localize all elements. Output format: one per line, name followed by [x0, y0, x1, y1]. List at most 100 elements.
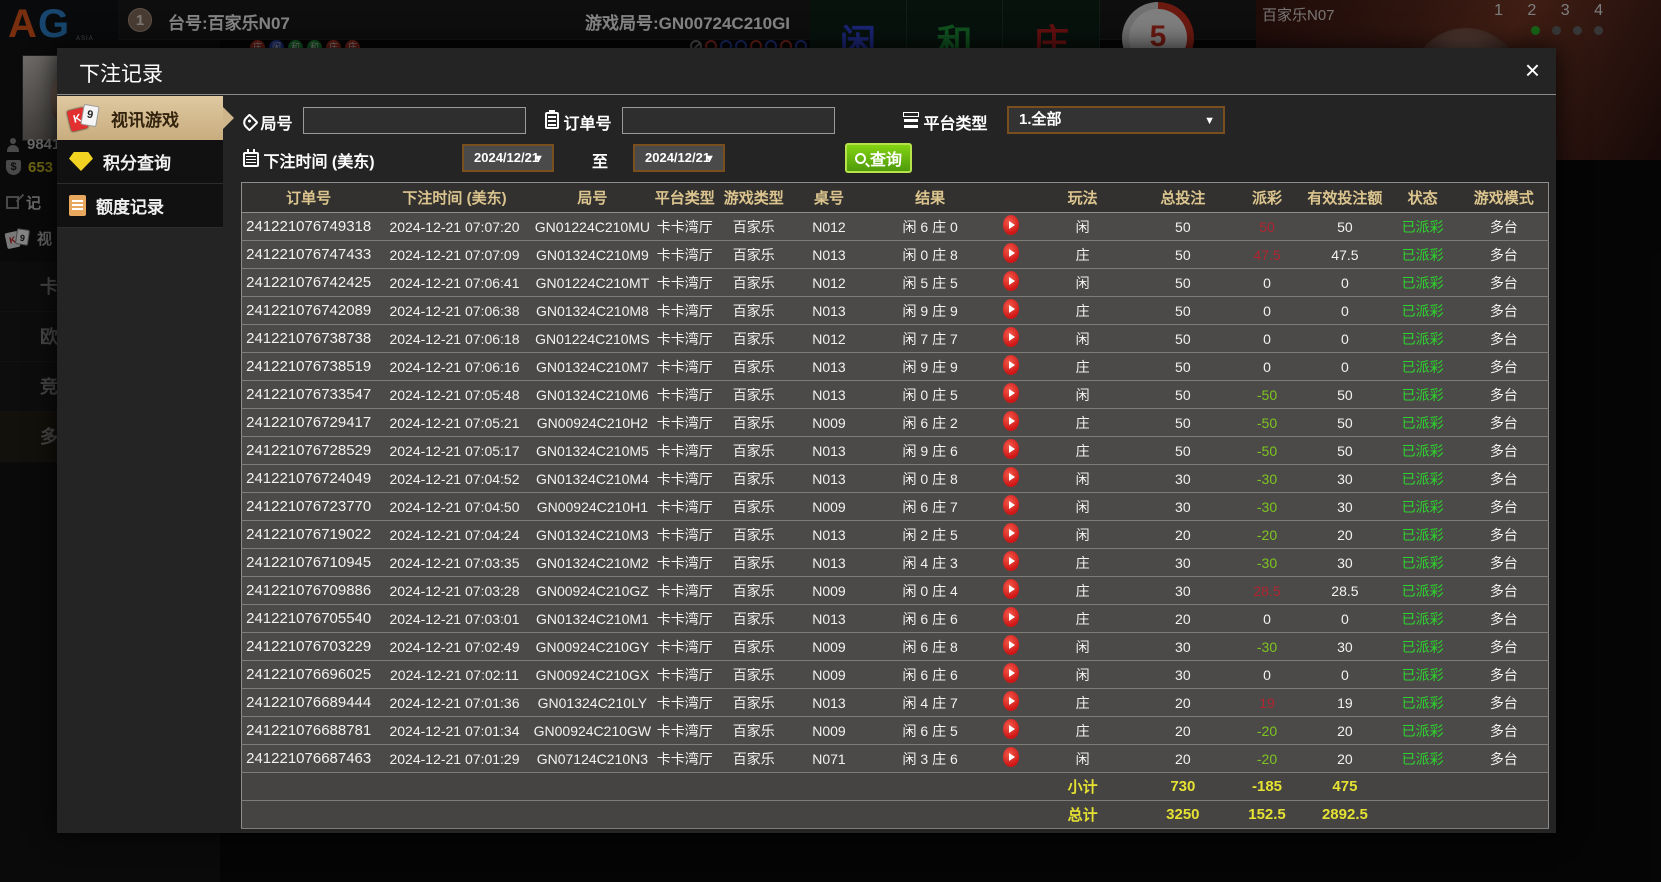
cell-game: 百家乐 — [718, 660, 790, 689]
cell-status: 已派彩 — [1385, 744, 1460, 773]
tab-points-query[interactable]: 积分查询 — [57, 140, 223, 184]
cell-valid: 50 — [1304, 408, 1386, 437]
play-video-icon[interactable] — [1002, 635, 1019, 655]
table-row: 241221076742425 2024-12-21 07:06:41 GN0122… — [241, 268, 1549, 297]
cell-mode: 多台 — [1459, 576, 1549, 605]
column-header-bet: 总投注 — [1135, 182, 1230, 213]
cell-platform: 卡卡湾厅 — [651, 632, 719, 661]
query-button[interactable]: 查询 — [845, 143, 913, 173]
cell-platform: 卡卡湾厅 — [651, 604, 719, 633]
bet-table-head-row: 订单号 下注时间 (美东) 局号 平台类型 游戏类型 桌号 结果 玩法 总投注 派彩 有效投注额 状态… — [241, 182, 1549, 213]
cell-result: 闲 6 庄 6 — [868, 604, 992, 633]
tab-credit-records[interactable]: 额度记录 — [57, 184, 223, 228]
play-video-icon[interactable] — [1002, 215, 1019, 235]
cell-order: 241221076710945 — [241, 548, 376, 577]
cell-table: N013 — [789, 436, 869, 465]
cell-order: 241221076738519 — [241, 352, 376, 381]
play-video-icon[interactable] — [1002, 719, 1019, 739]
query-button-label: 查询 — [870, 152, 903, 169]
chevron-down-icon: ▼ — [1204, 115, 1215, 127]
play-video-icon[interactable] — [1002, 411, 1019, 431]
play-video-icon[interactable] — [1002, 439, 1019, 459]
cell-bet: 30 — [1135, 464, 1230, 493]
cell-valid: 0 — [1304, 296, 1386, 325]
play-video-icon[interactable] — [1002, 607, 1019, 627]
table-row: 241221076738738 2024-12-21 07:06:18 GN0122… — [241, 324, 1549, 353]
cell-order: 241221076747433 — [241, 240, 376, 269]
play-video-icon[interactable] — [1002, 355, 1019, 375]
tab-video-games[interactable]: K 9 视讯游戏 — [57, 96, 234, 140]
total-valid: 2892.5 — [1304, 800, 1386, 829]
cell-play: 庄 — [1029, 296, 1136, 325]
play-video-icon[interactable] — [1002, 691, 1019, 711]
cell-payout: -50 — [1229, 436, 1305, 465]
cell-table: N012 — [789, 212, 869, 241]
play-video-icon[interactable] — [1002, 467, 1019, 487]
total-spacer-end — [1385, 800, 1549, 829]
cell-mode: 多台 — [1459, 240, 1549, 269]
cell-play_btn — [991, 324, 1030, 353]
cell-play_btn — [991, 716, 1030, 745]
cell-game: 百家乐 — [718, 520, 790, 549]
cell-payout: -20 — [1229, 716, 1305, 745]
cell-mode: 多台 — [1459, 604, 1549, 633]
platform-select[interactable]: 1.全部 ▼ — [1007, 106, 1225, 134]
cell-payout: -20 — [1229, 744, 1305, 773]
cell-order: 241221076742425 — [241, 268, 376, 297]
cell-round: GN01324C210M4 — [533, 464, 652, 493]
cell-status: 已派彩 — [1385, 324, 1460, 353]
cell-time: 2024-12-21 07:01:34 — [375, 716, 534, 745]
play-video-icon[interactable] — [1002, 243, 1019, 263]
play-video-icon[interactable] — [1002, 271, 1019, 291]
cell-time: 2024-12-21 07:04:52 — [375, 464, 534, 493]
chevron-down-icon: ▼ — [704, 153, 715, 165]
dialog-title-bar: 下注记录 × — [57, 48, 1556, 95]
cell-status: 已派彩 — [1385, 268, 1460, 297]
cell-result: 闲 4 庄 7 — [868, 688, 992, 717]
play-video-icon[interactable] — [1002, 327, 1019, 347]
table-row: 241221076687463 2024-12-21 07:01:29 GN0712… — [241, 744, 1549, 773]
cell-order: 241221076696025 — [241, 660, 376, 689]
play-video-icon[interactable] — [1002, 663, 1019, 683]
play-video-icon[interactable] — [1002, 579, 1019, 599]
cell-play: 庄 — [1029, 688, 1136, 717]
cell-mode: 多台 — [1459, 520, 1549, 549]
cell-payout: 19 — [1229, 688, 1305, 717]
column-header-result: 结果 — [868, 182, 992, 213]
cell-valid: 30 — [1304, 632, 1386, 661]
cell-platform: 卡卡湾厅 — [651, 324, 719, 353]
cell-bet: 50 — [1135, 240, 1230, 269]
cell-status: 已派彩 — [1385, 296, 1460, 325]
cell-bet: 50 — [1135, 324, 1230, 353]
play-video-icon[interactable] — [1002, 495, 1019, 515]
subtotal-bet: 730 — [1135, 772, 1230, 801]
column-header-mode: 游戏模式 — [1459, 182, 1549, 213]
subtotal-spacer-end — [1385, 772, 1549, 801]
cell-payout: 0 — [1229, 324, 1305, 353]
cell-play: 庄 — [1029, 408, 1136, 437]
cell-status: 已派彩 — [1385, 520, 1460, 549]
order-input[interactable] — [622, 107, 835, 134]
cell-game: 百家乐 — [718, 548, 790, 577]
calendar-icon — [243, 149, 259, 167]
play-video-icon[interactable] — [1002, 299, 1019, 319]
cell-game: 百家乐 — [718, 408, 790, 437]
round-input[interactable] — [303, 107, 526, 134]
date-from-picker[interactable]: 2024/12/21 ▼ — [462, 144, 554, 172]
dialog-content: 局号 订单号 平台类型 1.全部 ▼ 下注时间 (美东) 2024/12/21 … — [223, 96, 1556, 833]
cell-table: N071 — [789, 744, 869, 773]
cell-time: 2024-12-21 07:07:20 — [375, 212, 534, 241]
play-video-icon[interactable] — [1002, 551, 1019, 571]
column-header-valid: 有效投注额 — [1304, 182, 1386, 213]
play-video-icon[interactable] — [1002, 747, 1019, 767]
bet-records-table: 订单号 下注时间 (美东) 局号 平台类型 游戏类型 桌号 结果 玩法 总投注 派彩 有效投注额 状态… — [241, 182, 1549, 829]
cell-result: 闲 2 庄 5 — [868, 520, 992, 549]
cell-play: 庄 — [1029, 604, 1136, 633]
play-video-icon[interactable] — [1002, 383, 1019, 403]
cell-round: GN01324C210M1 — [533, 604, 652, 633]
play-video-icon[interactable] — [1002, 523, 1019, 543]
close-icon[interactable]: × — [1525, 56, 1540, 84]
cell-game: 百家乐 — [718, 744, 790, 773]
cell-status: 已派彩 — [1385, 436, 1460, 465]
date-to-picker[interactable]: 2024/12/21 ▼ — [633, 144, 725, 172]
